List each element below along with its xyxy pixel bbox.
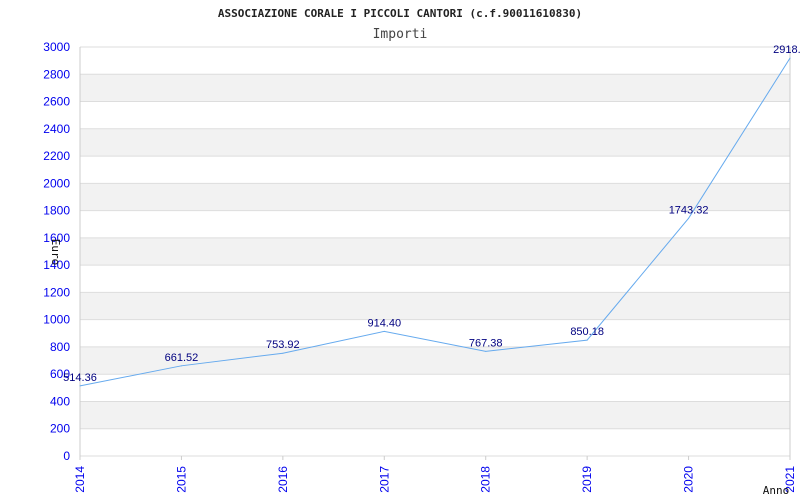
x-tick-label: 2018 — [479, 466, 493, 493]
x-tick-label: 2020 — [682, 466, 696, 493]
data-label: 514.36 — [63, 372, 97, 384]
y-tick-label: 800 — [50, 340, 70, 354]
y-tick-label: 1800 — [43, 204, 70, 218]
x-tick-label: 2016 — [276, 466, 290, 493]
grid-band — [80, 237, 790, 266]
chart-container: ASSOCIAZIONE CORALE I PICCOLI CANTORI (c… — [0, 0, 800, 500]
y-tick-label: 2800 — [43, 67, 70, 81]
data-point — [79, 385, 81, 387]
data-label: 2918.1 — [773, 44, 800, 56]
y-tick-label: 0 — [63, 449, 70, 463]
data-point — [383, 330, 385, 332]
y-tick-label: 2000 — [43, 176, 70, 190]
data-point — [688, 217, 690, 219]
y-tick-label: 2400 — [43, 122, 70, 136]
grid-band — [80, 74, 790, 102]
series-line — [79, 57, 791, 387]
data-label: 753.92 — [266, 339, 300, 351]
x-tick-label: 2019 — [580, 466, 594, 493]
y-tick-label: 400 — [50, 394, 70, 408]
data-label: 767.38 — [469, 337, 503, 349]
chart-subtitle: Importi — [373, 27, 428, 42]
x-tick-label: 2015 — [174, 466, 188, 493]
y-tick-label: 1000 — [43, 313, 70, 327]
y-tick-label: 3000 — [43, 40, 70, 54]
data-point — [789, 57, 791, 59]
x-axis-label: Anno — [763, 484, 790, 497]
data-point — [282, 352, 284, 354]
x-tick-label: 2017 — [377, 466, 391, 493]
data-label: 914.40 — [367, 317, 401, 329]
data-point — [485, 350, 487, 352]
data-point — [586, 339, 588, 341]
y-tick-label: 200 — [50, 422, 70, 436]
data-point — [180, 365, 182, 367]
x-tick-label: 2014 — [73, 466, 87, 493]
y-tick-label: 1200 — [43, 285, 70, 299]
line-chart: ASSOCIAZIONE CORALE I PICCOLI CANTORI (c… — [43, 7, 800, 497]
grid-band — [80, 401, 790, 429]
y-tick-label: 2200 — [43, 149, 70, 163]
grid-band — [80, 128, 790, 157]
y-tick-label: 2600 — [43, 95, 70, 109]
y-axis-label: Euro — [49, 239, 62, 266]
data-label: 1743.32 — [669, 204, 709, 216]
chart-title: ASSOCIAZIONE CORALE I PICCOLI CANTORI (c… — [218, 7, 582, 20]
data-label: 850.18 — [570, 326, 604, 338]
data-label: 661.52 — [165, 352, 199, 364]
grid-band — [80, 292, 790, 320]
